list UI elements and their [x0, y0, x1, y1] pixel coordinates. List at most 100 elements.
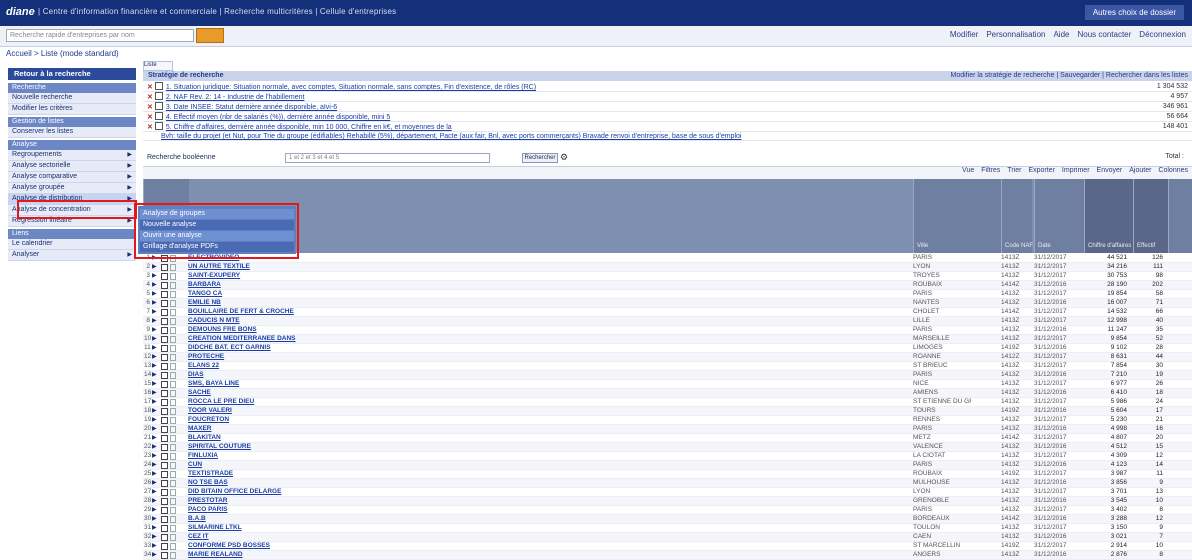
company-name-link[interactable]: DIAS	[188, 371, 204, 379]
expand-arrow-icon[interactable]: ▶	[152, 443, 157, 451]
company-name-link[interactable]: NO TSE BAS	[188, 479, 228, 487]
table-row[interactable]: ▶ 5 TANGO CA PARIS 1413Z 31/12/2017 19 854 58	[143, 290, 1192, 299]
table-row[interactable]: ▶ 30 B.A.B BORDEAUX 1414Z 31/12/2016 3 288 12	[143, 515, 1192, 524]
criteria-links[interactable]: Modifier la stratégie de recherche | Sau…	[951, 72, 1188, 79]
expand-arrow-icon[interactable]: ▶	[152, 317, 157, 325]
row-checkbox[interactable]	[161, 273, 168, 280]
grid-header-column[interactable]: Effectif	[1133, 179, 1169, 253]
expand-arrow-icon[interactable]: ▶	[152, 470, 157, 478]
expand-arrow-icon[interactable]: ▶	[152, 272, 157, 280]
expand-arrow-icon[interactable]: ▶	[152, 308, 157, 316]
company-name-link[interactable]: MAXER	[188, 425, 211, 433]
table-row[interactable]: ▶ 1 ELECTROVIDEO PARIS 1413Z 31/12/2017 44 521…	[143, 254, 1192, 263]
toolbar-action[interactable]: Nous contacter	[1077, 30, 1131, 39]
company-name-link[interactable]: SACHE	[188, 389, 211, 397]
table-row[interactable]: ▶ 27 DID BITAIN OFFICE DELARGE LYON 1413Z 31/…	[143, 488, 1192, 497]
table-row[interactable]: ▶ 12 PROTECHE ROANNE 1412Z 31/12/2017 8 631 44	[143, 353, 1192, 362]
row-checkbox[interactable]	[161, 390, 168, 397]
company-name-link[interactable]: FINLUXIA	[188, 452, 218, 460]
company-name-link[interactable]: B.A.B	[188, 515, 206, 523]
row-checkbox[interactable]	[161, 480, 168, 487]
table-row[interactable]: ▶ 25 TEXTISTRADE ROUBAIX 1419Z 31/12/2017 3 98…	[143, 470, 1192, 479]
back-to-search-button[interactable]: Retour à la recherche	[8, 68, 136, 80]
grid-tool[interactable]: Envoyer	[1097, 167, 1123, 174]
expand-arrow-icon[interactable]: ▶	[152, 551, 157, 559]
expand-arrow-icon[interactable]: ▶	[152, 299, 157, 307]
criteria-link[interactable]: 4. Effectif moyen (nbr de salariés (%)),…	[166, 114, 390, 121]
criteria-checkbox[interactable]	[154, 92, 163, 100]
expand-arrow-icon[interactable]: ▶	[152, 371, 157, 379]
row-checkbox[interactable]	[161, 264, 168, 271]
sidebar-item[interactable]: Analyse comparative ▶	[8, 172, 136, 183]
row-checkbox[interactable]	[161, 498, 168, 505]
company-name-link[interactable]: SAINT-EXUPERY	[188, 272, 240, 280]
row-checkbox[interactable]	[161, 516, 168, 523]
table-row[interactable]: ▶ 13 ELANS 22 ST BRIEUC 1413Z 31/12/2017 7 854…	[143, 362, 1192, 371]
sidebar-item[interactable]: Analyse groupée ▶	[8, 183, 136, 194]
criteria-checkbox[interactable]	[154, 122, 163, 130]
breadcrumb[interactable]: Accueil > Liste (mode standard)	[6, 49, 119, 58]
company-name-link[interactable]: CUN	[188, 461, 202, 469]
delete-icon[interactable]: ✕	[147, 124, 153, 131]
row-checkbox[interactable]	[161, 543, 168, 550]
gear-icon[interactable]: ⚙	[560, 152, 568, 163]
expand-arrow-icon[interactable]: ▶	[152, 326, 157, 334]
company-name-link[interactable]: CREATION MEDITERRANEE DANS	[188, 335, 296, 343]
boolean-formula-input[interactable]: 1 et 2 et 3 et 4 et 5	[285, 153, 490, 163]
expand-arrow-icon[interactable]: ▶	[152, 263, 157, 271]
table-row[interactable]: ▶ 18 TOOR VALERI TOURS 1419Z 31/12/2016 5 604 1…	[143, 407, 1192, 416]
row-checkbox[interactable]	[161, 309, 168, 316]
expand-arrow-icon[interactable]: ▶	[152, 362, 157, 370]
company-name-link[interactable]: CADUCIS N MTE	[188, 317, 240, 325]
expand-arrow-icon[interactable]: ▶	[152, 479, 157, 487]
company-name-link[interactable]: DID BITAIN OFFICE DELARGE	[188, 488, 281, 496]
row-checkbox[interactable]	[161, 444, 168, 451]
grid-tool[interactable]: Ajouter	[1129, 167, 1151, 174]
row-checkbox[interactable]	[161, 300, 168, 307]
company-name-link[interactable]: MARIE REALAND	[188, 551, 243, 559]
delete-icon[interactable]: ✕	[147, 84, 153, 91]
table-row[interactable]: ▶ 31 SILMARINE LTKL TOULON 1413Z 31/12/2017 3 …	[143, 524, 1192, 533]
company-name-link[interactable]: EMILIE NB	[188, 299, 221, 307]
sidebar-item[interactable]: Analyser ▶	[8, 250, 136, 261]
row-checkbox[interactable]	[161, 435, 168, 442]
table-row[interactable]: ▶ 7 BOUILLAIRE DE FERT & CROCHE CHOLET 1414Z…	[143, 308, 1192, 317]
row-checkbox[interactable]	[161, 525, 168, 532]
expand-arrow-icon[interactable]: ▶	[152, 542, 157, 550]
grid-header-column[interactable]: Date	[1034, 179, 1085, 253]
table-row[interactable]: ▶ 28 PRESTOTAR GRENOBLE 1413Z 31/12/2016 3 545…	[143, 497, 1192, 506]
criteria-link[interactable]: Bvh: taille du projet (et Nut, pour Trie…	[161, 133, 741, 140]
row-checkbox[interactable]	[161, 282, 168, 289]
row-checkbox[interactable]	[161, 354, 168, 361]
table-row[interactable]: ▶ 11 DIDCHE BAT. ECT GARNIS LIMOGES 1419Z 31/…	[143, 344, 1192, 353]
search-go-button[interactable]	[196, 28, 224, 43]
table-row[interactable]: ▶ 4 BARBARA ROUBAIX 1414Z 31/12/2016 28 190 202	[143, 281, 1192, 290]
expand-arrow-icon[interactable]: ▶	[152, 488, 157, 496]
expand-arrow-icon[interactable]: ▶	[152, 452, 157, 460]
company-name-link[interactable]: ELANS 22	[188, 362, 219, 370]
row-checkbox[interactable]	[161, 471, 168, 478]
sidebar-item[interactable]: Nouvelle recherche	[8, 93, 136, 104]
company-name-link[interactable]: BARBARA	[188, 281, 221, 289]
row-checkbox[interactable]	[161, 507, 168, 514]
row-checkbox[interactable]	[161, 363, 168, 370]
expand-arrow-icon[interactable]: ▶	[152, 353, 157, 361]
sidebar-item[interactable]: Le calendrier	[8, 239, 136, 250]
table-row[interactable]: ▶ 6 EMILIE NB NANTES 1413Z 31/12/2016 16 007 71	[143, 299, 1192, 308]
row-checkbox[interactable]	[161, 489, 168, 496]
row-checkbox[interactable]	[161, 453, 168, 460]
quick-search-input[interactable]: Recherche rapide d'entreprises par nom	[6, 29, 194, 42]
app-logo[interactable]: diane	[6, 6, 35, 18]
sidebar-item[interactable]: Analyse sectorielle ▶	[8, 161, 136, 172]
table-row[interactable]: ▶ 23 FINLUXIA LA CIOTAT 1413Z 31/12/2017 4 309…	[143, 452, 1192, 461]
company-name-link[interactable]: BOUILLAIRE DE FERT & CROCHE	[188, 308, 294, 316]
table-row[interactable]: ▶ 22 SPIRITAL COUTURE VALENCE 1413Z 31/12/201…	[143, 443, 1192, 452]
toolbar-action[interactable]: Aide	[1053, 30, 1069, 39]
grid-header-column[interactable]: Code NAF	[1001, 179, 1033, 253]
expand-arrow-icon[interactable]: ▶	[152, 344, 157, 352]
table-row[interactable]: ▶ 2 UN AUTRE TEXTILE LYON 1413Z 31/12/2017 34 …	[143, 263, 1192, 272]
table-row[interactable]: ▶ 34 MARIE REALAND ANGERS 1413Z 31/12/2016 2 8…	[143, 551, 1192, 560]
change-folder-button[interactable]: Autres choix de dossier	[1084, 5, 1184, 20]
company-name-link[interactable]: TEXTISTRADE	[188, 470, 233, 478]
expand-arrow-icon[interactable]: ▶	[152, 425, 157, 433]
